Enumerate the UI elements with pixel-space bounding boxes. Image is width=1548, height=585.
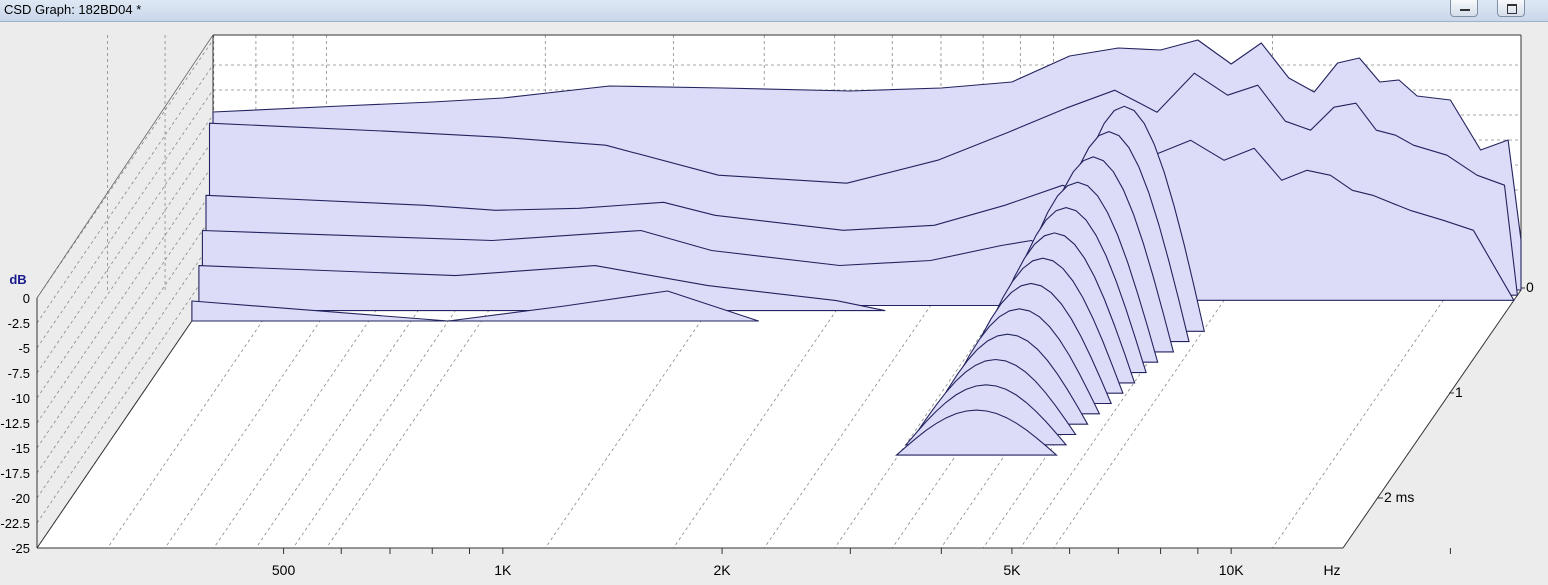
y-tick-label: -25 — [11, 541, 30, 556]
y-tick-label: -12.5 — [0, 416, 30, 431]
y-tick-label: -22.5 — [0, 516, 30, 531]
window-title: CSD Graph: 182BD04 * — [4, 2, 142, 17]
y-tick-label: -15 — [11, 441, 30, 456]
y-axis-label: dB — [9, 272, 26, 287]
y-tick-label: -20 — [11, 491, 30, 506]
minimize-button[interactable] — [1450, 0, 1478, 17]
x-tick-label: 2K — [714, 562, 732, 578]
csd-plot: dB 0 -2.5 -5 -7.5 -10 -12.5 -15 -17.5 -20 -22.5 -25… — [0, 22, 1548, 585]
y-tick-label: -17.5 — [0, 466, 30, 481]
restore-button[interactable] — [1497, 0, 1525, 17]
y-tick-label: -7.5 — [8, 366, 30, 381]
x-tick-label: 1K — [494, 562, 512, 578]
csd-window: CSD Graph: 182BD04 * dB 0 -2.5 -5 -7.5 -10 -12… — [0, 0, 1548, 585]
z-tick-label: 0 — [1526, 279, 1534, 295]
minimize-icon — [1460, 9, 1470, 11]
z-tick-label: 1 — [1455, 384, 1463, 400]
title-bar: CSD Graph: 182BD04 * — [0, 0, 1548, 22]
x-tick-label: 500 — [272, 562, 296, 578]
x-axis-unit-label: Hz — [1323, 562, 1340, 578]
x-tick-label: 10K — [1219, 562, 1245, 578]
y-tick-label: 0 — [23, 291, 30, 306]
y-tick-label: -2.5 — [8, 316, 30, 331]
restore-icon — [1507, 4, 1517, 14]
z-tick-label: 2 ms — [1384, 489, 1414, 505]
x-tick-label: 5K — [1003, 562, 1021, 578]
y-tick-label: -5 — [18, 341, 30, 356]
y-tick-label: -10 — [11, 391, 30, 406]
